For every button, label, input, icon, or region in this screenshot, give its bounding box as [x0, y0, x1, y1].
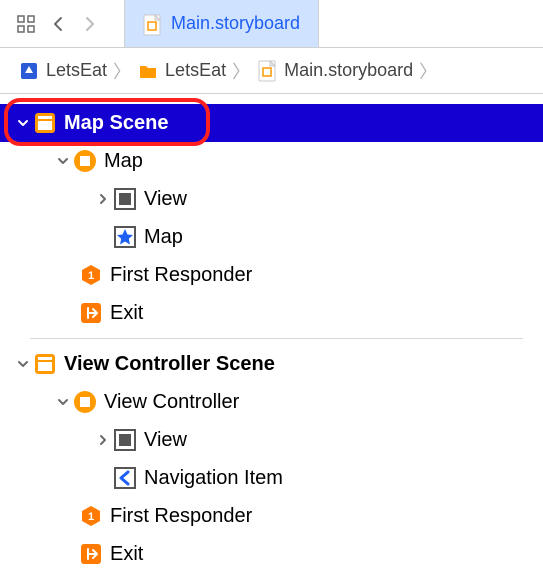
tab-label: Main.storyboard [171, 13, 300, 34]
tree-item-label: Navigation Item [144, 467, 283, 490]
first-responder-label: First Responder [110, 264, 252, 287]
breadcrumb-label: LetsEat [165, 60, 226, 81]
tab-bar-empty [319, 0, 543, 47]
exit-label: Exit [110, 302, 143, 325]
tree-item-view[interactable]: View [0, 180, 543, 218]
chevron-down-icon[interactable] [54, 396, 72, 408]
breadcrumb-separator: 〉 [113, 58, 131, 84]
chevron-down-icon[interactable] [14, 117, 32, 129]
exit-row[interactable]: Exit [0, 535, 543, 573]
back-button[interactable] [44, 10, 72, 38]
breadcrumb-separator: 〉 [419, 58, 437, 84]
tab-main-storyboard[interactable]: Main.storyboard [124, 0, 319, 47]
first-responder-icon: 1 [78, 262, 104, 288]
controller-label: Map [104, 150, 143, 173]
first-responder-icon: 1 [78, 503, 104, 529]
map-icon [112, 224, 138, 250]
forward-button[interactable] [76, 10, 104, 38]
view-controller-icon [72, 148, 98, 174]
exit-label: Exit [110, 543, 143, 566]
breadcrumb-label: LetsEat [46, 60, 107, 81]
controller-row[interactable]: View Controller [0, 383, 543, 421]
breadcrumb-item-folder[interactable]: LetsEat [137, 60, 226, 82]
nav-item-icon [112, 465, 138, 491]
tree-item-label: Map [144, 226, 183, 249]
scene-row-map[interactable]: Map Scene [0, 104, 543, 142]
svg-text:1: 1 [88, 270, 94, 282]
view-controller-icon [72, 389, 98, 415]
first-responder-label: First Responder [110, 505, 252, 528]
project-icon [18, 60, 40, 82]
breadcrumb-item-file[interactable]: Main.storyboard [256, 60, 413, 82]
storyboard-file-icon [143, 14, 163, 34]
scene-divider [30, 338, 523, 339]
chevron-down-icon[interactable] [14, 358, 32, 370]
view-icon [112, 186, 138, 212]
scene-label: Map Scene [64, 112, 168, 135]
chevron-right-icon[interactable] [94, 193, 112, 205]
chevron-right-icon[interactable] [94, 434, 112, 446]
tree-item-map[interactable]: Map [0, 218, 543, 256]
storyboard-file-icon [256, 60, 278, 82]
first-responder-row[interactable]: 1 First Responder [0, 497, 543, 535]
first-responder-row[interactable]: 1 First Responder [0, 256, 543, 294]
exit-row[interactable]: Exit [0, 294, 543, 332]
toolbar: Main.storyboard [0, 0, 543, 48]
related-items-icon[interactable] [12, 10, 40, 38]
tab-bar: Main.storyboard [124, 0, 543, 47]
scene-icon [32, 351, 58, 377]
breadcrumb-label: Main.storyboard [284, 60, 413, 81]
exit-icon [78, 300, 104, 326]
tree-item-label: View [144, 188, 187, 211]
view-icon [112, 427, 138, 453]
tree-item-navigation[interactable]: Navigation Item [0, 459, 543, 497]
controller-row[interactable]: Map [0, 142, 543, 180]
breadcrumb: LetsEat 〉 LetsEat 〉 Main.storyboard 〉 [0, 48, 543, 94]
svg-text:1: 1 [88, 511, 94, 523]
scene-icon [32, 110, 58, 136]
chevron-down-icon[interactable] [54, 155, 72, 167]
breadcrumb-item-project[interactable]: LetsEat [18, 60, 107, 82]
controller-label: View Controller [104, 391, 239, 414]
folder-icon [137, 60, 159, 82]
tree-item-view[interactable]: View [0, 421, 543, 459]
scene-row-view-controller[interactable]: View Controller Scene [0, 345, 543, 383]
exit-icon [78, 541, 104, 567]
toolbar-nav [0, 10, 104, 38]
document-outline: Map Scene Map View Map 1 First Responder [0, 94, 543, 573]
breadcrumb-separator: 〉 [232, 58, 250, 84]
scene-label: View Controller Scene [64, 353, 275, 376]
tree-item-label: View [144, 429, 187, 452]
